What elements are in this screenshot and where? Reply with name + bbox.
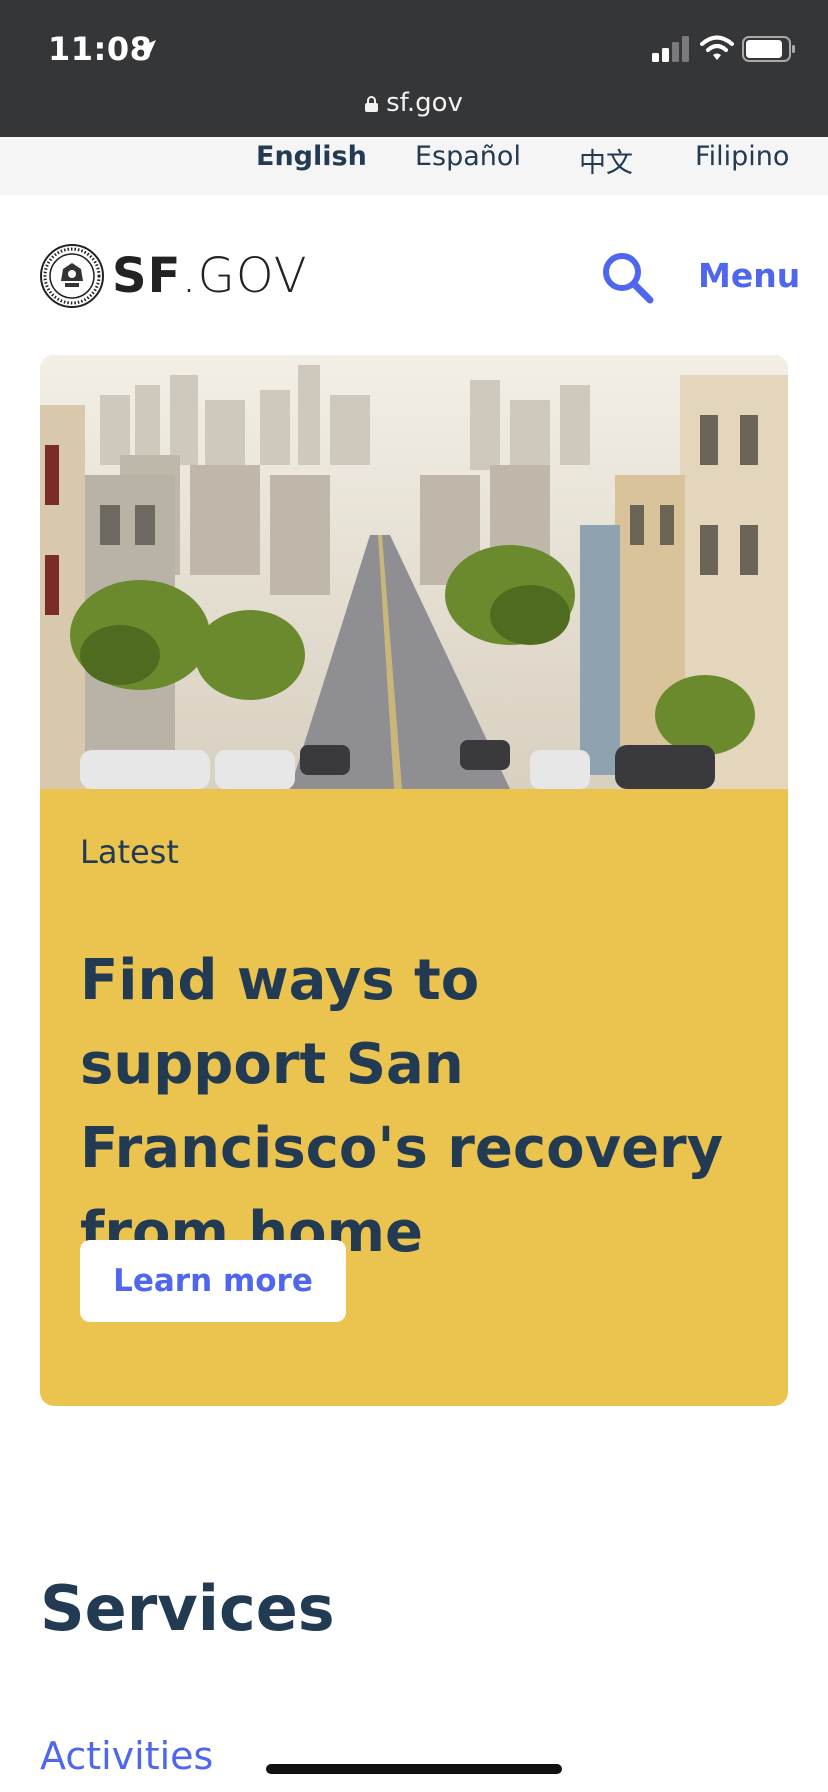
battery-icon [742,36,795,62]
menu-button[interactable]: Menu [698,256,800,295]
status-bar: 11:08 sf.gov [0,0,828,137]
logo-bold-text: SF [112,248,182,304]
learn-more-button[interactable]: Learn more [80,1240,346,1322]
url-text: sf.gov [386,88,463,118]
language-bar: English Español 中文 Filipino [0,137,828,195]
hero-card: Latest Find ways to support San Francisc… [40,355,788,1406]
cell-signal-icon [652,36,689,62]
services-heading: Services [40,1572,335,1645]
hero-title: Find ways to support San Francisco's rec… [80,948,724,1265]
hero-tag: Latest [80,833,179,871]
lock-icon [365,96,379,112]
service-link-activities[interactable]: Activities [40,1734,213,1778]
search-icon[interactable] [600,250,654,304]
location-arrow-icon [138,40,156,58]
language-chinese[interactable]: 中文 [579,141,633,180]
sf-seal-icon[interactable] [39,243,105,309]
sf-gov-logo[interactable]: SF.GOV [112,248,308,304]
language-spanish[interactable]: Español [415,141,521,172]
wifi-icon [700,35,734,60]
language-filipino[interactable]: Filipino [695,141,789,172]
home-indicator[interactable] [266,1764,562,1774]
url-bar[interactable]: sf.gov [0,88,828,118]
logo-light-text: .GOV [181,248,308,304]
san-francisco-street-photo [40,355,788,789]
language-english[interactable]: English [256,141,367,172]
